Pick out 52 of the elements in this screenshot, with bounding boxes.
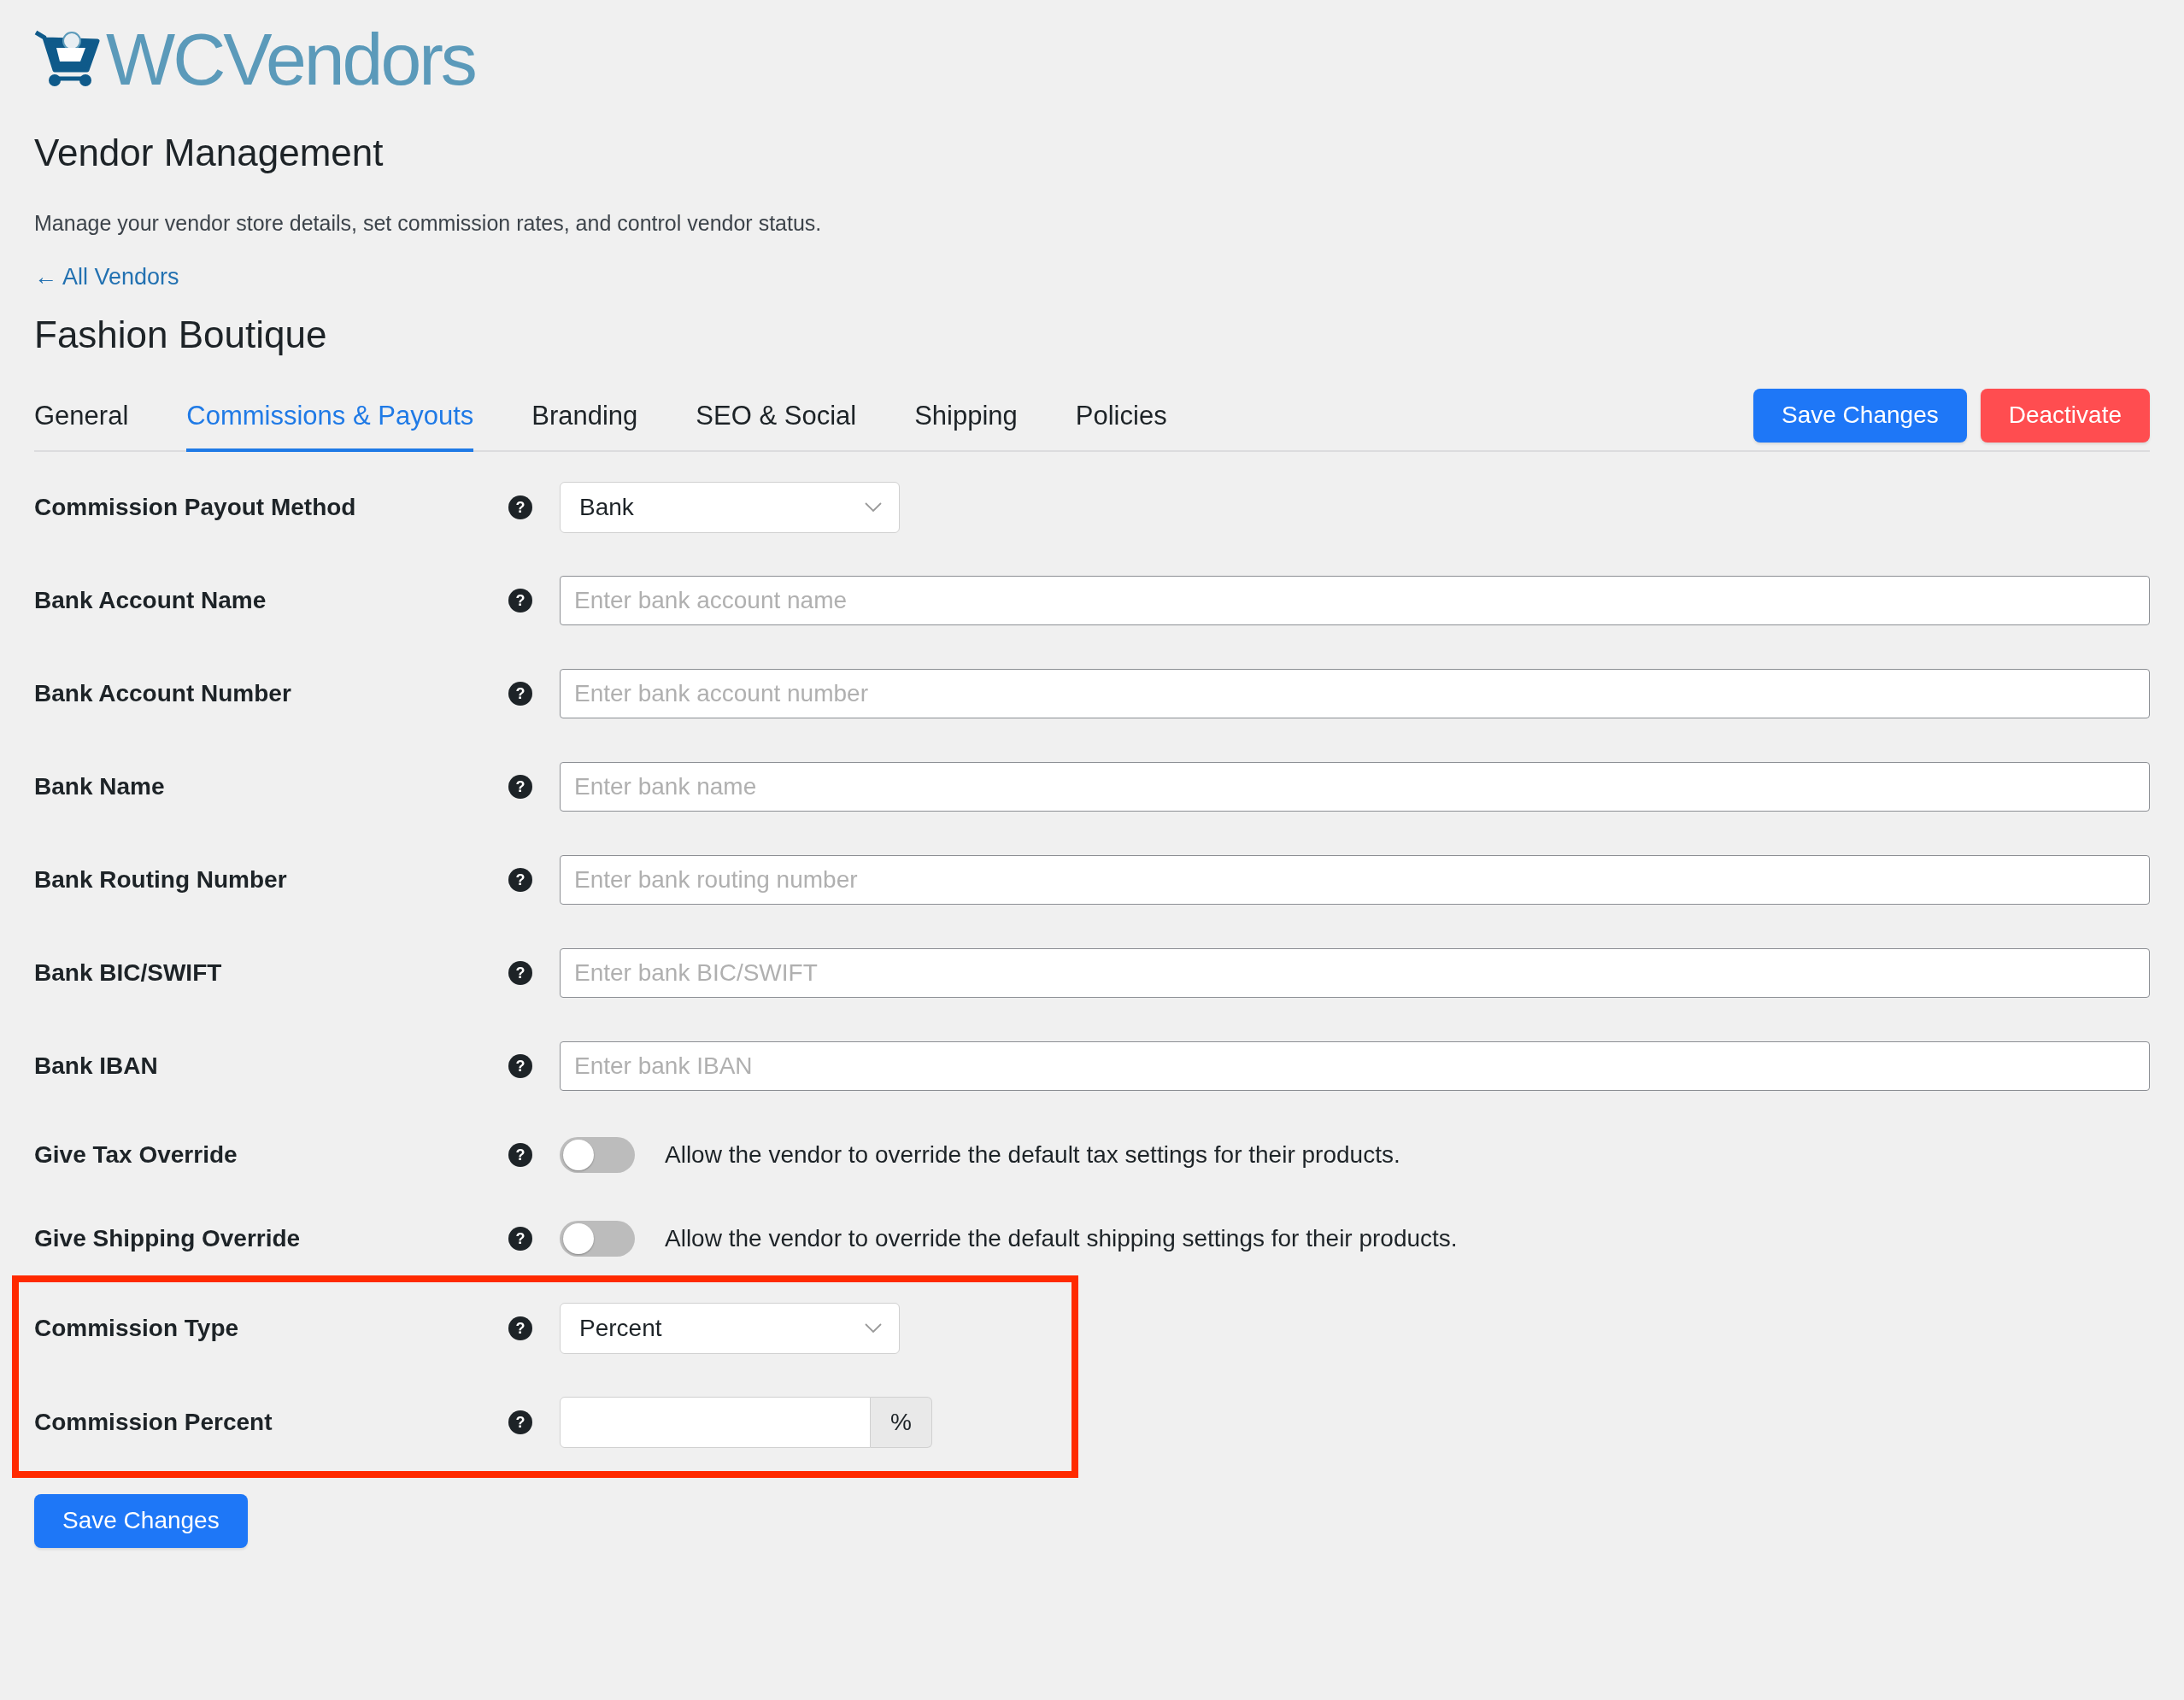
toggle-description: Allow the vendor to override the default tax settings for their products. <box>665 1141 1400 1169</box>
back-link[interactable]: ← All Vendors <box>34 262 179 291</box>
percent-addon: % <box>871 1397 932 1449</box>
field-label: Commission Percent <box>34 1409 273 1437</box>
save-button[interactable]: Save Changes <box>34 1494 248 1548</box>
toggle-switch[interactable] <box>560 1221 635 1257</box>
help-icon[interactable]: ? <box>508 775 532 800</box>
vendor-name: Fashion Boutique <box>34 313 328 358</box>
field-label: Bank IBAN <box>34 1052 159 1081</box>
tab[interactable]: Branding <box>531 387 638 452</box>
help-icon[interactable]: ? <box>508 1410 532 1435</box>
help-icon[interactable]: ? <box>508 495 532 520</box>
chevron-down-icon <box>865 502 882 513</box>
input-field[interactable]: Enter bank IBAN <box>560 1041 2150 1092</box>
field-label: Bank BIC/SWIFT <box>34 959 223 988</box>
page-description: Manage your vendor store details, set commission rates, and control vendor status. <box>34 209 823 236</box>
input-field[interactable] <box>560 1397 871 1449</box>
field-label: Bank Routing Number <box>34 866 288 894</box>
help-icon[interactable]: ? <box>508 961 532 986</box>
input-field[interactable]: Enter bank name <box>560 762 2150 812</box>
help-icon[interactable]: ? <box>508 1316 532 1340</box>
tab[interactable]: Shipping <box>914 387 1018 452</box>
field-label: Bank Name <box>34 773 166 801</box>
tab[interactable]: Policies <box>1075 387 1167 452</box>
help-icon[interactable]: ? <box>508 1054 532 1079</box>
select-field[interactable]: Percent <box>560 1303 900 1354</box>
tab[interactable]: General <box>34 387 129 452</box>
help-icon[interactable]: ? <box>508 589 532 613</box>
field-label: Give Shipping Override <box>34 1225 302 1252</box>
page-title: Vendor Management <box>34 131 385 175</box>
field-label: Give Tax Override <box>34 1141 238 1169</box>
help-icon[interactable]: ? <box>508 868 532 893</box>
help-icon[interactable]: ? <box>508 682 532 706</box>
input-field[interactable]: Enter bank BIC/SWIFT <box>560 948 2150 999</box>
toggle-description: Allow the vendor to override the default shipping settings for their products. <box>665 1225 1458 1252</box>
help-icon[interactable]: ? <box>508 1227 532 1251</box>
input-field[interactable]: Enter bank routing number <box>560 855 2150 906</box>
toggle-switch[interactable] <box>560 1137 635 1173</box>
tab[interactable]: SEO & Social <box>696 387 857 452</box>
logo-wordmark: WCVendors <box>106 22 475 96</box>
field-label: Commission Type <box>34 1315 240 1342</box>
input-field[interactable]: Enter bank account number <box>560 669 2150 719</box>
chevron-down-icon <box>865 1323 882 1334</box>
tab[interactable]: Commissions & Payouts <box>186 387 474 452</box>
help-icon[interactable]: ? <box>508 1143 532 1167</box>
input-field[interactable]: Enter bank account name <box>560 576 2150 626</box>
save-button[interactable]: Save Changes <box>1753 389 1967 443</box>
field-label: Commission Payout Method <box>34 494 357 522</box>
field-label: Bank Account Number <box>34 680 292 708</box>
cart-icon <box>34 29 103 89</box>
field-label: Bank Account Name <box>34 587 267 615</box>
select-field[interactable]: Bank <box>560 482 900 534</box>
